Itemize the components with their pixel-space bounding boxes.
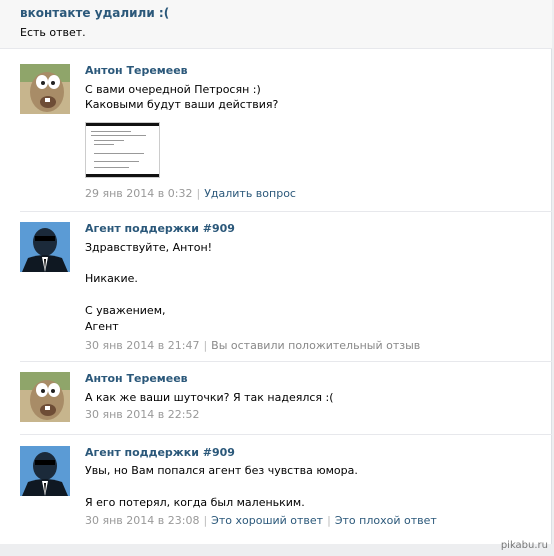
message-author[interactable]: Антон Теремеев: [85, 64, 188, 77]
message-date: 30 янв 2014 в 22:52: [85, 408, 200, 421]
message-text-line: С уважением,: [85, 304, 166, 317]
question-title: вконтакте удалили :(: [20, 6, 170, 20]
message-date: 29 янв 2014 в 0:32: [85, 187, 193, 200]
page: вконтакте удалили :( Есть ответ. Антон Т…: [0, 0, 554, 556]
message-author: Агент поддержки #909: [85, 222, 235, 235]
message-text-line: А как же ваши шуточки? Я так надеялся :(: [85, 391, 334, 404]
message-text-line: С вами очередной Петросян :): [85, 83, 261, 96]
message-date: 30 янв 2014 в 21:47: [85, 339, 200, 352]
divider: [20, 211, 552, 212]
question-status: Есть ответ.: [20, 26, 86, 39]
support-agent-avatar-icon: [20, 446, 70, 496]
message-text-line: Никакие.: [85, 272, 138, 285]
message-author: Агент поддержки #909: [85, 446, 235, 459]
message-meta: 30 янв 2014 в 23:08 | Это хороший ответ | Эт…: [85, 514, 437, 527]
divider: [20, 434, 552, 435]
support-agent-avatar-icon: [20, 222, 70, 272]
message-meta: 29 янв 2014 в 0:32 | Удалить вопрос: [85, 187, 296, 200]
bad-answer-link[interactable]: Это плохой ответ: [335, 514, 437, 527]
message-text-line: Увы, но Вам попался агент без чувства юм…: [85, 464, 358, 477]
attachment-screenshot-thumbnail[interactable]: [85, 122, 160, 178]
delete-question-link[interactable]: Удалить вопрос: [204, 187, 296, 200]
message-date: 30 янв 2014 в 23:08: [85, 514, 200, 527]
ice-age-sloth-avatar-icon[interactable]: [20, 372, 70, 422]
good-answer-link[interactable]: Это хороший ответ: [211, 514, 323, 527]
feedback-note: Вы оставили положительный отзыв: [211, 339, 421, 352]
message-text-line: Агент: [85, 320, 119, 333]
message-text-line: Каковыми будут ваши действия?: [85, 98, 279, 111]
message-meta: 30 янв 2014 в 22:52: [85, 408, 199, 421]
ice-age-sloth-avatar-icon[interactable]: [20, 64, 70, 114]
message-text-line: Я его потерял, когда был маленьким.: [85, 496, 305, 509]
question-header: вконтакте удалили :( Есть ответ.: [0, 0, 552, 49]
message-text-line: Здравствуйте, Антон!: [85, 241, 213, 254]
watermark: pikabu.ru: [500, 540, 548, 551]
message-author[interactable]: Антон Теремеев: [85, 372, 188, 385]
message-meta: 30 янв 2014 в 21:47 | Вы оставили положите…: [85, 339, 421, 352]
support-question-panel: вконтакте удалили :( Есть ответ. Антон Т…: [0, 0, 552, 544]
divider: [20, 361, 552, 362]
